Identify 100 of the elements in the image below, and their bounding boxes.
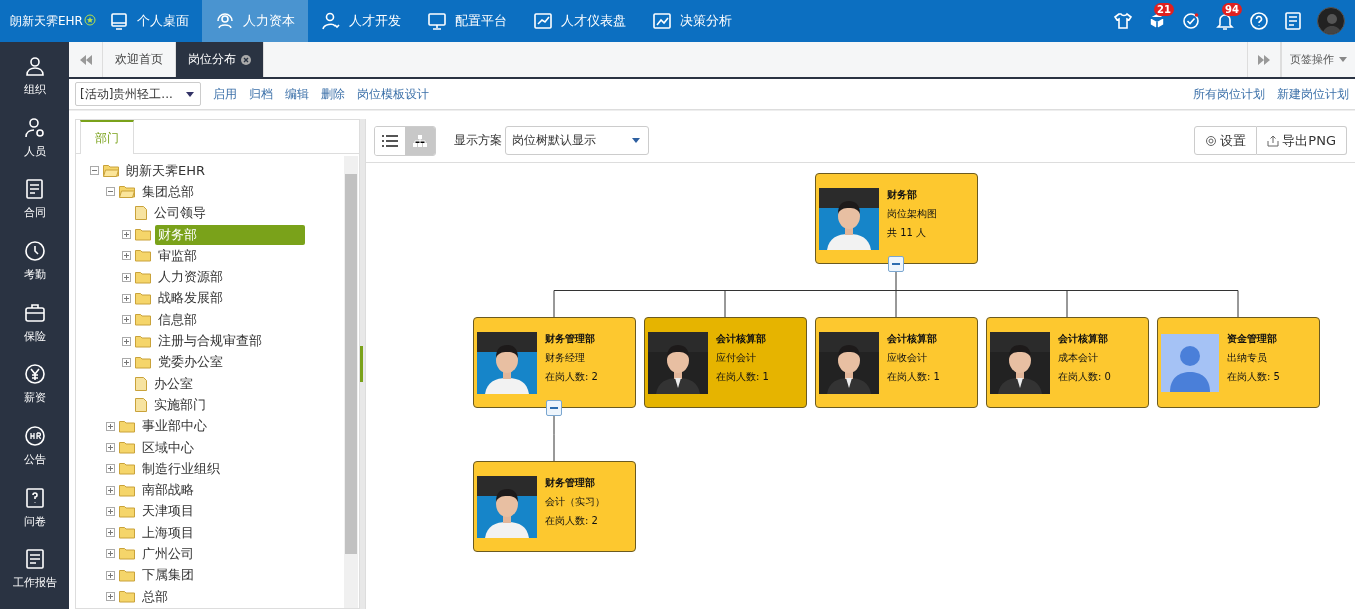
expand-toggle-icon[interactable] [122,251,131,261]
tree-item[interactable]: 办公室 [151,373,196,394]
tree-item[interactable]: 战略发展部 [155,288,226,309]
expand-toggle-icon[interactable] [106,443,115,452]
nav-tab[interactable]: 配置平台 [414,0,520,42]
document-icon[interactable] [1283,11,1303,31]
action-link[interactable]: 新建岗位计划 [1277,85,1349,103]
expand-toggle-icon[interactable] [106,464,115,474]
nav-tab[interactable]: 个人桌面 [96,0,202,42]
headcount: 在岗人数: 1 [887,370,940,384]
nav-tab[interactable]: 人才仪表盘 [520,0,639,42]
tree-item[interactable]: 下属集团 [139,565,197,586]
collapse-toggle-icon[interactable] [106,187,115,197]
tree-item[interactable]: 区域中心 [139,437,197,458]
expand-toggle-icon[interactable] [122,336,131,346]
position-card[interactable]: 会计核算部 应收会计 在岗人数: 1 [815,317,978,408]
expand-toggle-icon[interactable] [106,528,115,538]
department-name: 财务管理部 [545,476,596,490]
export-button[interactable]: 导出PNG [1257,126,1347,155]
sidebar-item[interactable]: 合同 [23,205,46,221]
expand-toggle-icon[interactable] [106,549,115,559]
department-name: 会计核算部 [1058,332,1109,346]
settings-button[interactable]: 设置 [1194,126,1258,155]
expand-toggle-icon[interactable] [106,485,115,495]
scheme-select[interactable]: 岗位树默认显示 [505,126,649,155]
nav-tab[interactable]: 人才开发 [308,0,414,42]
yen-icon [22,362,47,387]
sidebar-item[interactable]: 薪资 [23,390,46,406]
expand-toggle-icon[interactable] [106,592,115,602]
action-link[interactable]: 岗位模板设计 [357,85,429,103]
tree-item[interactable]: 广州公司 [139,544,197,564]
activity-select[interactable]: [活动]贵州轻工... [75,82,201,106]
tree-item[interactable]: 注册与合规审查部 [155,331,265,351]
dashboard-icon [533,11,553,31]
expand-toggle-icon[interactable] [106,506,115,516]
sidebar-item[interactable]: 问卷 [23,513,46,529]
position-card[interactable]: 资金管理部 出纳专员 在岗人数: 5 [1157,317,1320,408]
app-logo: 朗新天霁EHR [10,12,83,30]
tree-item[interactable]: 党委办公室 [155,352,226,373]
tree-item[interactable]: 南部战略 [139,480,197,501]
scroll-right-button[interactable] [1247,42,1281,77]
tree-item[interactable]: 审监部 [155,245,200,266]
check-circle-icon[interactable] [1181,11,1201,31]
tree-item[interactable]: 制造行业组织 [139,458,223,479]
expand-toggle-icon[interactable] [122,357,131,367]
folder-icon [119,547,135,561]
folder-icon [119,419,135,433]
tree-item[interactable]: 集团总部 [139,181,197,202]
expand-toggle-icon[interactable] [106,570,115,580]
sidebar-item[interactable]: 组织 [23,82,46,97]
position-card[interactable]: 财务管理部 财务经理 在岗人数: 2 [473,317,636,408]
help-icon[interactable] [1249,11,1269,31]
tree-item[interactable]: 上海项目 [139,522,197,543]
action-link[interactable]: 所有岗位计划 [1193,85,1265,103]
headcount: 在岗人数: 1 [716,370,769,384]
folder-icon [119,462,135,476]
action-link[interactable]: 删除 [321,85,345,103]
shirt-icon[interactable] [1113,11,1133,31]
tree-item[interactable]: 实施部门 [151,394,209,415]
action-link[interactable]: 归档 [249,85,273,103]
monitor-icon [427,11,447,31]
position-card[interactable]: 财务部 岗位架构图 共 11 人 [815,173,978,264]
sidebar-item[interactable]: 工作报告 [12,575,57,591]
action-link[interactable]: 编辑 [285,85,309,103]
collapse-button[interactable] [888,256,904,272]
page-tab[interactable]: 岗位分布 [176,42,264,77]
action-link[interactable]: 启用 [213,85,237,103]
department-name: 会计核算部 [887,332,938,346]
tree-item[interactable]: 天津项目 [139,501,197,522]
expand-toggle-icon[interactable] [106,421,115,431]
position-card[interactable]: 会计核算部 应付会计 在岗人数: 1 [644,317,807,408]
collapse-button[interactable] [546,400,562,416]
upload-icon [1267,134,1280,147]
tab-actions-menu[interactable]: 页签操作 [1281,42,1355,77]
tree-item[interactable]: 人力资源部 [155,267,226,288]
tree-item[interactable]: 总部 [139,586,171,607]
expand-toggle-icon[interactable] [122,293,131,303]
sidebar-item[interactable]: 公告 [23,452,46,468]
close-icon[interactable] [241,54,251,65]
splitter-handle[interactable] [360,119,365,609]
position-title: 成本会计 [1058,351,1099,365]
expand-toggle-icon[interactable] [122,272,131,282]
tree-item[interactable]: 公司领导 [151,203,209,224]
tree-item[interactable]: 朗新天霁EHR [123,160,209,181]
folder-icon [119,590,135,604]
sidebar-item[interactable]: 考勤 [23,267,46,282]
position-card[interactable]: 会计核算部 成本会计 在岗人数: 0 [986,317,1149,408]
box-icon[interactable] [1147,11,1167,31]
sidebar-item[interactable]: 保险 [23,328,46,344]
expand-toggle-icon[interactable] [122,230,131,240]
file-icon [135,397,147,412]
tree-item[interactable]: 信息部 [155,309,200,330]
collapse-toggle-icon[interactable] [90,166,99,176]
avatar-icon[interactable] [1317,7,1345,35]
tree-item[interactable]: 事业部中心 [139,416,210,437]
nav-tab[interactable]: 决策分析 [639,0,745,42]
sidebar-item[interactable]: 人员 [23,143,46,159]
expand-toggle-icon[interactable] [122,315,131,325]
position-card[interactable]: 财务管理部 会计（实习） 在岗人数: 2 [473,461,636,552]
scrollbar[interactable] [344,156,358,608]
